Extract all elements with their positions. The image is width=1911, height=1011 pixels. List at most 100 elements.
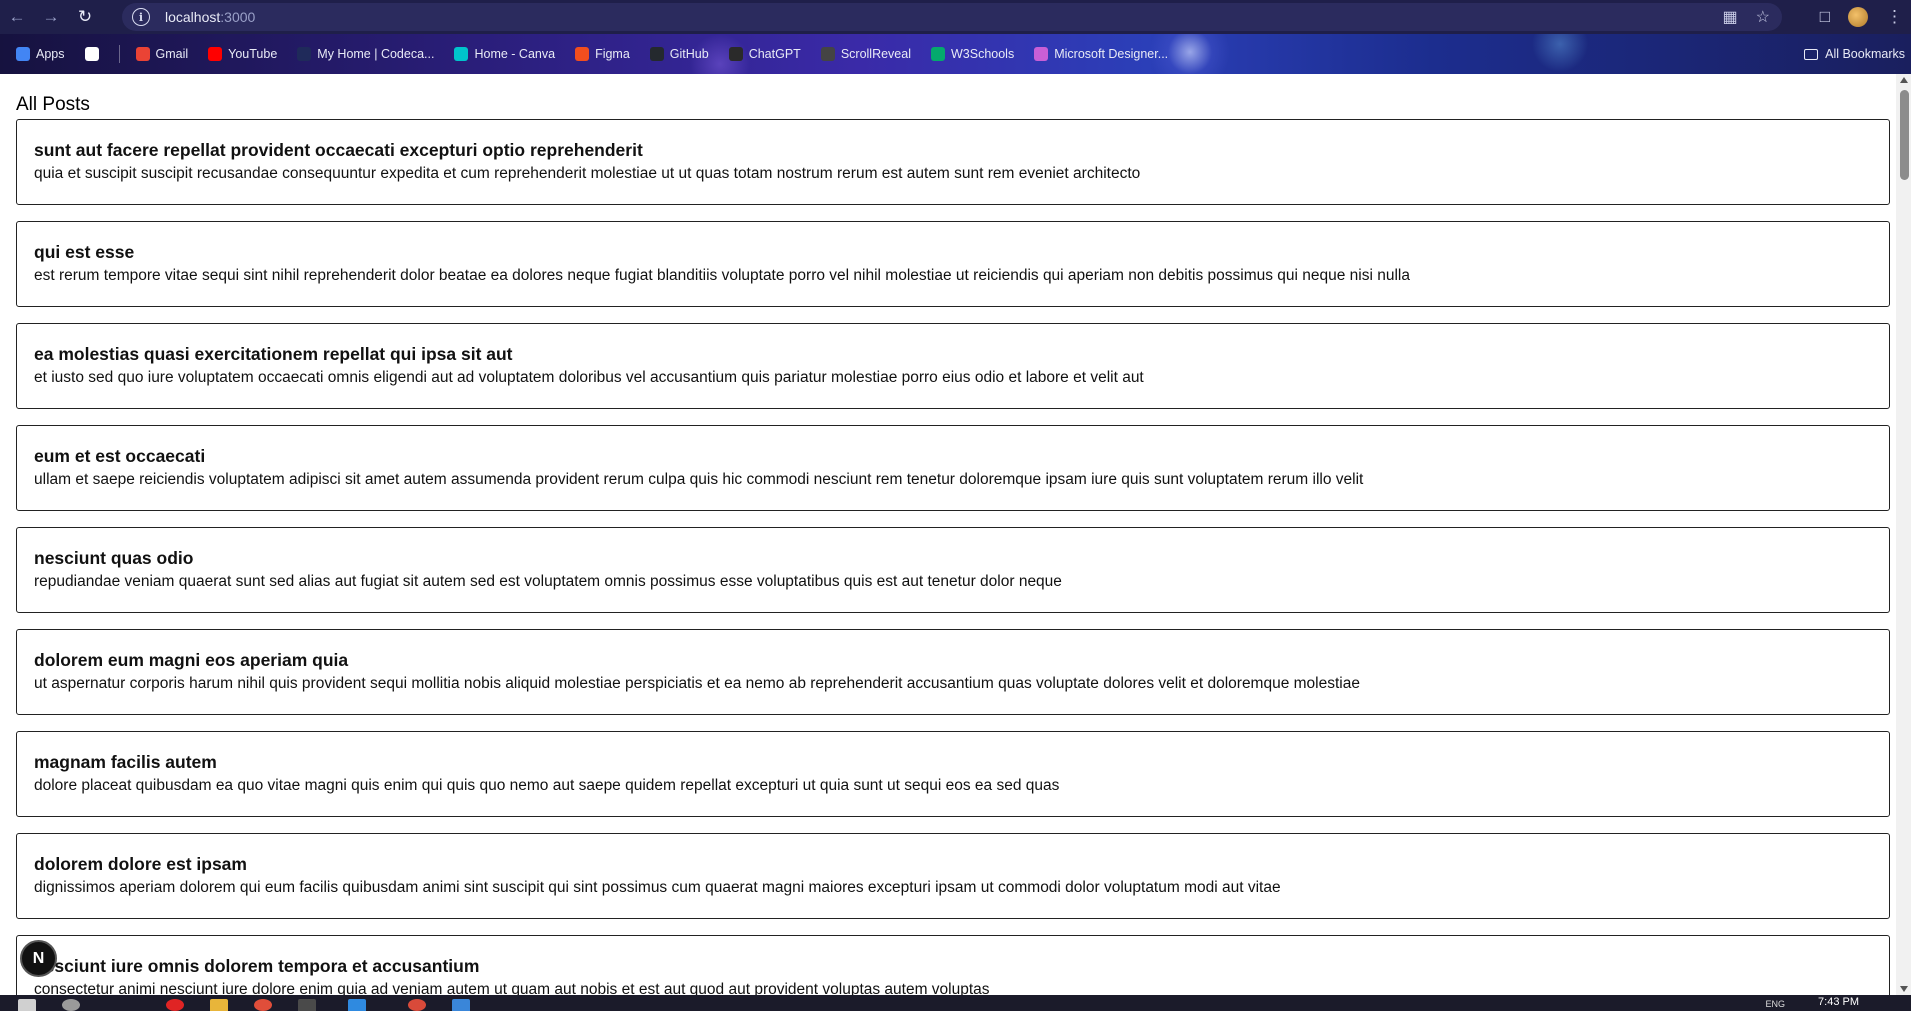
- bookmark-gmail[interactable]: Gmail: [135, 47, 189, 61]
- bookmark-label: Microsoft Designer...: [1054, 47, 1169, 61]
- w3schools-icon: [930, 47, 945, 61]
- chrome-icon[interactable]: [254, 999, 272, 1011]
- bookmark-w3schools[interactable]: W3Schools: [930, 47, 1015, 61]
- post-title: qui est esse: [34, 242, 135, 262]
- youtube-icon: [208, 47, 223, 61]
- bookmark-separator: [118, 45, 120, 63]
- opera-icon[interactable]: [166, 999, 184, 1011]
- url-host: localhost: [165, 9, 221, 25]
- reload-icon: ↻: [77, 7, 93, 26]
- vscode-icon[interactable]: [348, 999, 366, 1011]
- post-card: ea molestias quasi exercitationem repell…: [16, 323, 1890, 409]
- bookmark-label: Apps: [36, 47, 65, 61]
- bookmark-label: Gmail: [155, 47, 189, 61]
- post-card: eum et est occaecati ullam et saepe reici…: [16, 425, 1890, 511]
- scrollreveal-icon: [820, 47, 835, 61]
- extensions-puzzle-icon[interactable]: □: [1820, 7, 1830, 27]
- post-body: ut aspernatur corporis harum nihil quis …: [34, 675, 1360, 692]
- browser-menu-icon[interactable]: ⋮: [1886, 7, 1903, 27]
- post-title: eum et est occaecati: [34, 446, 206, 466]
- post-body: dignissimos aperiam dolorem qui eum faci…: [34, 879, 1281, 896]
- designer-icon: [1034, 47, 1049, 61]
- post-title: nesciunt quas odio: [34, 548, 194, 568]
- post-title: nesciunt iure omnis dolorem tempora et a…: [34, 956, 480, 976]
- bookmark-github[interactable]: GitHub: [649, 47, 709, 61]
- post-card: magnam facilis autem dolore placeat quibu…: [16, 731, 1890, 817]
- bookmark-label: Home - Canva: [474, 47, 556, 61]
- post-body: dolore placeat quibusdam ea quo vitae ma…: [34, 777, 1060, 794]
- post-body: quia et suscipit suscipit recusandae con…: [34, 165, 1141, 182]
- post-card: nesciunt iure omnis dolorem tempora et a…: [16, 935, 1890, 995]
- nextjs-dev-indicator[interactable]: N: [20, 940, 57, 977]
- back-arrow-icon: ←: [8, 7, 26, 26]
- post-card: dolorem dolore est ipsam dignissimos aper…: [16, 833, 1890, 919]
- translate-icon[interactable]: ▦: [1723, 7, 1738, 27]
- codecademy-icon: [297, 47, 312, 61]
- bookmark-extensions-grid[interactable]: [84, 47, 99, 61]
- site-info-icon[interactable]: i: [132, 8, 150, 26]
- url-port: :3000: [220, 9, 256, 25]
- post-body: ullam et saepe reiciendis voluptatem adi…: [34, 471, 1364, 488]
- page-title: All Posts: [16, 94, 90, 115]
- bookmark-label: My Home | Codeca...: [317, 47, 435, 61]
- post-body: et iusto sed quo iure voluptatem occaeca…: [34, 369, 1144, 386]
- post-body: consectetur animi nesciunt iure dolore e…: [34, 981, 990, 995]
- bookmarks-bar: Apps Gmail YouTube My Home | Codeca... Home …: [0, 34, 1911, 74]
- all-bookmarks-button[interactable]: All Bookmarks: [1804, 34, 1905, 74]
- os-taskbar: ENG 7:43 PM: [0, 995, 1911, 1011]
- app-icon[interactable]: [452, 999, 470, 1011]
- search-icon[interactable]: [62, 999, 80, 1011]
- page-scrollbar[interactable]: [1896, 74, 1911, 995]
- post-card: nesciunt quas odio repudiandae veniam qua…: [16, 527, 1890, 613]
- chatgpt-icon: [728, 47, 743, 61]
- chrome-active-icon[interactable]: [408, 999, 426, 1011]
- bookmark-label: YouTube: [228, 47, 278, 61]
- github-icon: [649, 47, 664, 61]
- page-content: All Posts sunt aut facere repellat provi…: [0, 74, 1911, 995]
- apps-grid-icon: [16, 47, 30, 61]
- reload-button[interactable]: ↻: [68, 0, 102, 34]
- extensions-grid-icon: [84, 47, 99, 61]
- folder-icon: [1804, 48, 1819, 60]
- profile-avatar[interactable]: [1848, 7, 1868, 27]
- post-list: sunt aut facere repellat provident occae…: [16, 119, 1890, 995]
- file-explorer-icon[interactable]: [210, 999, 228, 1011]
- bookmark-canva[interactable]: Home - Canva: [454, 47, 555, 61]
- bookmark-chatgpt[interactable]: ChatGPT: [728, 47, 801, 61]
- post-title: magnam facilis autem: [34, 752, 217, 772]
- post-card: qui est esse est rerum tempore vitae sequ…: [16, 221, 1890, 307]
- gmail-icon: [135, 47, 150, 61]
- bookmark-label: W3Schools: [950, 47, 1015, 61]
- start-icon[interactable]: [18, 999, 36, 1011]
- bookmark-label: GitHub: [669, 47, 709, 61]
- back-button[interactable]: ←: [0, 0, 34, 34]
- bookmark-star-icon[interactable]: ☆: [1756, 7, 1770, 27]
- address-bar[interactable]: i localhost:3000 ▦ ☆: [122, 3, 1782, 31]
- bookmark-label: ChatGPT: [748, 47, 801, 61]
- bookmark-apps-grid[interactable]: Apps: [16, 47, 65, 61]
- post-title: dolorem dolore est ipsam: [34, 854, 247, 874]
- scroll-down-icon[interactable]: [1900, 986, 1908, 992]
- bookmark-label: ScrollReveal: [840, 47, 911, 61]
- terminal-icon[interactable]: [298, 999, 316, 1011]
- post-body: repudiandae veniam quaerat sunt sed alia…: [34, 573, 1062, 590]
- bookmark-label: Figma: [595, 47, 630, 61]
- browser-toolbar: ← → ↻ i localhost:3000 ▦ ☆ □ ⋮: [0, 0, 1911, 34]
- figma-icon: [575, 47, 590, 61]
- post-card: dolorem eum magni eos aperiam quia ut asp…: [16, 629, 1890, 715]
- bookmark-scrollreveal[interactable]: ScrollReveal: [820, 47, 911, 61]
- post-title: sunt aut facere repellat provident occae…: [34, 140, 643, 160]
- bookmark-figma[interactable]: Figma: [575, 47, 630, 61]
- canva-icon: [454, 47, 469, 61]
- forward-button[interactable]: →: [34, 0, 68, 34]
- bookmark-designer[interactable]: Microsoft Designer...: [1034, 47, 1168, 61]
- forward-arrow-icon: →: [42, 7, 60, 26]
- post-card: sunt aut facere repellat provident occae…: [16, 119, 1890, 205]
- post-title: ea molestias quasi exercitationem repell…: [34, 344, 513, 364]
- language-indicator[interactable]: ENG: [1765, 999, 1785, 1009]
- bookmark-youtube[interactable]: YouTube: [208, 47, 277, 61]
- bookmark-codecademy[interactable]: My Home | Codeca...: [297, 47, 434, 61]
- clock[interactable]: 7:43 PM: [1818, 996, 1859, 1008]
- scroll-up-icon[interactable]: [1900, 77, 1908, 83]
- scrollbar-thumb[interactable]: [1900, 90, 1909, 180]
